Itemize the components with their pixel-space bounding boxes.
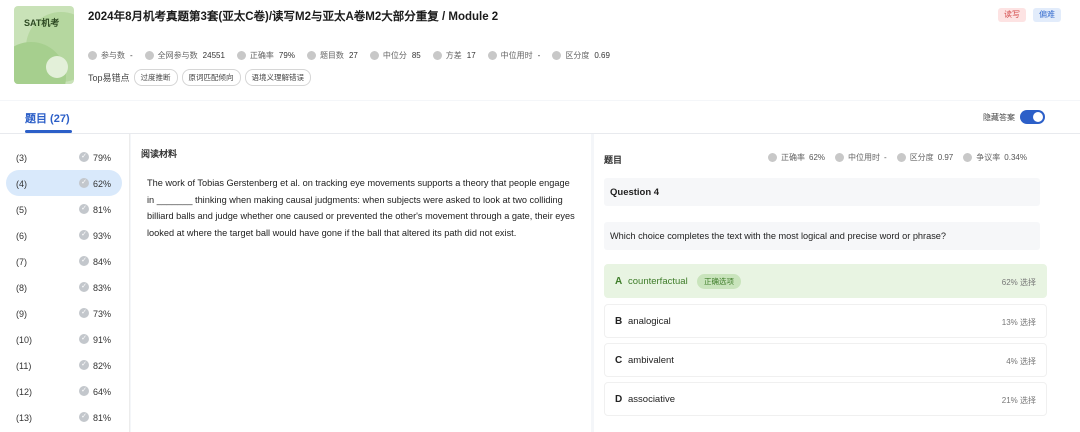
tab-bar: 题目 (27) 隐藏答案 (0, 101, 1080, 134)
question-list-item[interactable]: (6) ✓ 93% (6, 222, 122, 248)
question-list-item[interactable]: (3) ✓ 79% (6, 144, 122, 170)
check-icon: ✓ (79, 308, 89, 318)
metric-dispute-rate: 争议率 0.34% (963, 152, 1027, 163)
warning-icon (963, 153, 973, 162)
passage-text: The work of Tobias Gerstenberg et al. on… (147, 178, 575, 238)
check-icon: ✓ (79, 204, 89, 214)
metric-discrimination: 区分度 0.97 (896, 152, 953, 163)
check-icon: ✓ (79, 360, 89, 370)
check-icon: ✓ (79, 178, 89, 188)
check-icon: ✓ (79, 334, 89, 344)
target-icon (552, 51, 562, 60)
check-icon: ✓ (79, 230, 89, 240)
subject-tag: 读写 (998, 8, 1026, 22)
question-list-item[interactable]: (11) ✓ 82% (6, 352, 122, 378)
error-chip[interactable]: 过度推断 (133, 69, 178, 86)
question-list-item[interactable]: (5) ✓ 81% (6, 196, 122, 222)
check-icon: ✓ (79, 282, 89, 292)
clock-icon (835, 153, 845, 162)
error-chip[interactable]: 原词匹配倾向 (181, 69, 241, 86)
exam-cover-image: SAT机考 (14, 6, 74, 84)
question-list: (3) ✓ 79% (4) ✓ 62% (5) ✓ 81% (6) ✓ 93% (7) ✓ 84% … (0, 134, 130, 432)
question-panel: 题目 正确率 62% 中位用时 - 区分度 0.97 争议率 0.34% Questio… (594, 134, 1080, 432)
clock-icon (487, 51, 497, 60)
top-errors-row: Top易错点 过度推断 原词匹配倾向 语境义理解错误 (88, 69, 315, 86)
stat-question-count: 题目数 27 (306, 50, 358, 61)
error-chip[interactable]: 语境义理解错误 (244, 69, 312, 86)
question-stem: Which choice completes the text with the… (610, 231, 947, 241)
question-list-item[interactable]: (9) ✓ 73% (6, 300, 122, 326)
exam-stats: 参与数 - 全网参与数 24551 正确率 79% 题目数 27 中位分 85 方差 17 … (88, 50, 622, 61)
active-tab-indicator (25, 130, 72, 133)
top-errors-label: Top易错点 (88, 73, 130, 83)
question-list-item-active[interactable]: (4) ✓ 62% (6, 170, 122, 196)
option-c[interactable]: C ambivalent 4% 选择 (604, 343, 1047, 377)
metric-median-time: 中位用时 - (835, 152, 887, 163)
exam-title: 2024年8月机考真题第3套(亚太C卷)/读写M2与亚太A卷M2大部分重复 / … (88, 11, 499, 23)
stat-variance: 方差 17 (432, 50, 476, 61)
check-icon: ✓ (79, 412, 89, 422)
variance-icon (432, 51, 442, 60)
check-circle-icon (768, 153, 777, 162)
stat-global-participants: 全网参与数 24551 (144, 50, 225, 61)
users-icon (88, 51, 97, 60)
metric-accuracy: 正确率 62% (768, 152, 825, 163)
option-b[interactable]: B analogical 13% 选择 (604, 304, 1047, 338)
stat-median-score: 中位分 85 (369, 50, 421, 61)
question-panel-heading: 题目 (604, 155, 623, 165)
question-stem-box: Which choice completes the text with the… (604, 222, 1040, 250)
question-metrics: 正确率 62% 中位用时 - 区分度 0.97 争议率 0.34% (768, 152, 1037, 163)
question-list-item[interactable]: (13) ✓ 81% (6, 404, 122, 430)
check-icon: ✓ (79, 152, 89, 162)
question-list-item[interactable]: (7) ✓ 84% (6, 248, 122, 274)
hide-answer-toggle[interactable] (1020, 110, 1045, 124)
difficulty-tag: 偏难 (1033, 8, 1061, 22)
stat-accuracy: 正确率 79% (236, 50, 295, 61)
exam-header: SAT机考 2024年8月机考真题第3套(亚太C卷)/读写M2与亚太A卷M2大部… (0, 0, 1080, 100)
question-list-item[interactable]: (10) ✓ 91% (6, 326, 122, 352)
tab-questions[interactable]: 题目 (27) (25, 110, 70, 126)
question-list-item[interactable]: (8) ✓ 83% (6, 274, 122, 300)
check-icon: ✓ (79, 256, 89, 266)
question-title-box: Question 4 (604, 178, 1040, 206)
option-d[interactable]: D associative 21% 选择 (604, 382, 1047, 416)
question-list-item[interactable]: (12) ✓ 64% (6, 378, 122, 404)
question-title: Question 4 (610, 187, 660, 198)
cover-text: SAT机考 (24, 18, 60, 28)
stat-discrimination: 区分度 0.69 (552, 50, 610, 61)
correct-option-badge: 正确选项 (697, 274, 741, 289)
hide-answer-label: 隐藏答案 (983, 113, 1015, 122)
reading-passage-panel: 阅读材料 The work of Tobias Gerstenberg et a… (131, 134, 591, 432)
check-icon: ✓ (79, 386, 89, 396)
stat-participants: 参与数 - (88, 50, 133, 61)
stat-median-time: 中位用时 - (487, 50, 540, 61)
passage-heading: 阅读材料 (141, 149, 178, 159)
user-icon (144, 51, 154, 60)
median-icon (369, 51, 379, 60)
target-icon (896, 153, 906, 162)
check-circle-icon (236, 51, 246, 60)
option-a[interactable]: A counterfactual 正确选项 62% 选择 (604, 264, 1047, 298)
checkbox-icon (306, 51, 316, 60)
